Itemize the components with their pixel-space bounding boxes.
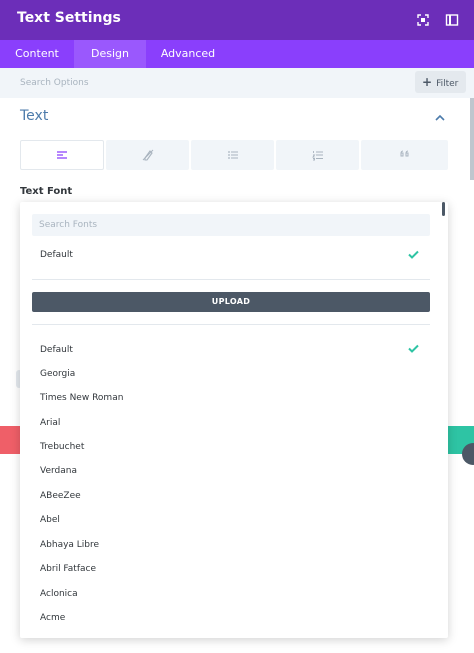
chevron-up-icon[interactable] [434, 113, 446, 123]
dropdown-scrollbar[interactable] [442, 202, 445, 216]
section-title-text[interactable]: Text [20, 108, 48, 124]
selected-font[interactable]: Default [40, 250, 73, 260]
modal-header: Text Settings [0, 0, 474, 40]
text-style-toolbar [20, 140, 448, 170]
cancel-bar[interactable] [0, 426, 20, 454]
font-item[interactable]: Abhaya Libre [40, 540, 99, 550]
fullscreen-icon[interactable] [416, 13, 430, 27]
resize-handle[interactable] [462, 443, 474, 465]
align-left-icon [57, 151, 67, 159]
divider [32, 279, 430, 280]
font-item[interactable]: Default [40, 345, 73, 355]
divider [32, 324, 430, 325]
font-item[interactable]: Times New Roman [40, 393, 123, 403]
unordered-list-icon [227, 151, 238, 159]
font-item[interactable]: Verdana [40, 466, 77, 476]
font-dropdown: Default UPLOAD Default Georgia Times New… [20, 202, 448, 638]
check-icon [408, 344, 419, 353]
tab-design[interactable]: Design [74, 40, 146, 68]
font-item[interactable]: Aclonica [40, 589, 78, 599]
font-item[interactable]: Acme [40, 613, 65, 623]
upload-font-button[interactable]: UPLOAD [32, 292, 430, 312]
search-fonts-input[interactable] [32, 214, 430, 236]
search-options-input[interactable] [20, 74, 400, 92]
filter-label: Filter [436, 79, 459, 89]
panel-scrollbar[interactable] [470, 98, 474, 180]
font-item[interactable]: Abril Fatface [40, 564, 96, 574]
clear-style-icon [142, 149, 153, 161]
font-item[interactable]: Trebuchet [40, 442, 84, 452]
search-options-bar [0, 68, 474, 98]
quote-button[interactable] [361, 140, 448, 170]
ordered-list-button[interactable] [276, 140, 359, 170]
split-view-icon[interactable] [445, 13, 459, 27]
align-left-button[interactable] [20, 140, 104, 170]
font-item[interactable]: Arial [40, 418, 60, 428]
check-icon [408, 250, 419, 259]
filter-button[interactable]: + Filter [415, 71, 466, 93]
unordered-list-button[interactable] [191, 140, 274, 170]
tab-content[interactable]: Content [0, 40, 74, 68]
clear-style-button[interactable] [106, 140, 189, 170]
text-font-label: Text Font [20, 186, 73, 197]
tab-advanced[interactable]: Advanced [146, 40, 230, 68]
font-item[interactable]: ABeeZee [40, 491, 81, 501]
modal-title: Text Settings [17, 10, 121, 26]
plus-icon: + [422, 75, 433, 89]
font-item[interactable]: Georgia [40, 369, 75, 379]
settings-tabs: Content Design Advanced [0, 40, 474, 68]
quote-icon [400, 150, 408, 157]
font-item[interactable]: Abel [40, 515, 60, 525]
ordered-list-icon [311, 151, 323, 161]
